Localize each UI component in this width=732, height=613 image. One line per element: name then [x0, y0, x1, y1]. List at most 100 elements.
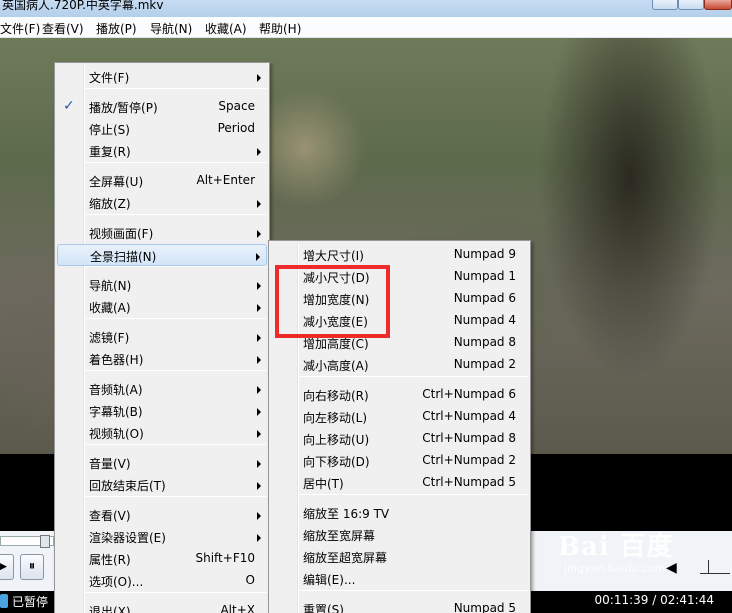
submenu-arrow-icon	[257, 430, 261, 438]
menu-item[interactable]: 视频画面(F)	[57, 222, 267, 244]
check-icon: ✓	[63, 98, 75, 114]
menu-item-shortcut: Numpad 4	[453, 313, 516, 327]
menu-item-shortcut: Period	[217, 121, 255, 135]
submenu-arrow-icon	[257, 460, 261, 468]
status-time: 00:11:39 / 02:41:44	[594, 593, 714, 607]
menu-item-label: 向下移动(D)	[303, 455, 370, 469]
menu-item[interactable]: 全屏幕(U) Alt+Enter	[57, 170, 267, 192]
menu-item-label: 停止(S)	[89, 123, 130, 137]
menu-item[interactable]: 重复(R)	[57, 140, 267, 162]
menu-item-shortcut: Ctrl+Numpad 5	[422, 475, 516, 489]
submenu-arrow-icon	[257, 282, 261, 290]
menu-separator	[85, 444, 267, 445]
menu-separator	[299, 494, 528, 495]
menu-separator	[85, 496, 267, 497]
menubar-item-0[interactable]: 文件(F)	[0, 20, 40, 37]
status-text: 已暂停	[12, 595, 49, 609]
status-icon	[0, 594, 8, 608]
menu-item[interactable]: 字幕轨(B)	[57, 400, 267, 422]
menu-item-shortcut: Ctrl+Numpad 2	[422, 453, 516, 467]
menu-item-label: 缩放至 16:9 TV	[303, 507, 390, 521]
menu-item[interactable]: 音量(V)	[57, 452, 267, 474]
menubar-item-4[interactable]: 收藏(A)	[205, 20, 247, 37]
menu-item[interactable]: 重置(S) Numpad 5	[271, 598, 528, 613]
submenu-arrow-icon	[257, 148, 261, 156]
close-button[interactable]	[704, 0, 732, 10]
menubar-item-5[interactable]: 帮助(H)	[259, 20, 301, 37]
menu-item[interactable]: 居中(T) Ctrl+Numpad 5	[271, 472, 528, 494]
menu-item-label: 向右移动(R)	[303, 389, 369, 403]
menu-item[interactable]: 视频轨(O)	[57, 422, 267, 444]
menu-item[interactable]: 渲染器设置(E)	[57, 526, 267, 548]
menu-item[interactable]: 查看(V)	[57, 504, 267, 526]
menu-item-label: 重置(S)	[303, 603, 344, 613]
maximize-button[interactable]	[678, 0, 704, 10]
menu-item[interactable]: 导航(N)	[57, 274, 267, 296]
menu-item[interactable]: 缩放至超宽屏幕	[271, 546, 528, 568]
menu-item[interactable]: 缩放(Z)	[57, 192, 267, 214]
menu-item[interactable]: 着色器(H)	[57, 348, 267, 370]
menu-item[interactable]: 增大尺寸(I) Numpad 9	[271, 244, 528, 266]
menu-item-label: 导航(N)	[89, 279, 132, 293]
menu-item[interactable]: 属性(R) Shift+F10	[57, 548, 267, 570]
menu-item-label: 着色器(H)	[89, 353, 144, 367]
menu-separator	[299, 590, 528, 591]
window-title: 英国病人.720P.中英字幕.mkv	[2, 0, 164, 12]
menubar-item-1[interactable]: 查看(V)	[42, 20, 84, 37]
menu-item[interactable]: 收藏(A)	[57, 296, 267, 318]
submenu-arrow-icon	[257, 534, 261, 542]
menubar-item-3[interactable]: 导航(N)	[150, 20, 192, 37]
pause-button[interactable]: ⏸	[20, 554, 44, 580]
menu-separator	[299, 376, 528, 377]
menu-separator	[85, 214, 267, 215]
menu-item-label: 减小高度(A)	[303, 359, 369, 373]
menu-item[interactable]: 向左移动(L) Ctrl+Numpad 4	[271, 406, 528, 428]
submenu-arrow-icon	[257, 304, 261, 312]
menu-item[interactable]: 音频轨(A)	[57, 378, 267, 400]
menu-item-label: 居中(T)	[303, 477, 344, 491]
menu-item[interactable]: 缩放至 16:9 TV	[271, 502, 528, 524]
menu-item[interactable]: 回放结束后(T)	[57, 474, 267, 496]
menu-item-label: 缩放(Z)	[89, 197, 131, 211]
volume-slider[interactable]	[700, 560, 730, 574]
menu-item-shortcut: Alt+Enter	[196, 173, 255, 187]
menu-item[interactable]: 编辑(E)...	[271, 568, 528, 590]
menu-item-shortcut: Ctrl+Numpad 6	[422, 387, 516, 401]
menu-item[interactable]: 全景扫描(N)	[57, 244, 267, 266]
menu-bar: 文件(F) 查看(V) 播放(P) 导航(N) 收藏(A) 帮助(H)	[0, 17, 732, 38]
submenu-arrow-icon	[257, 74, 261, 82]
context-menu: 文件(F) ✓ 播放/暂停(P) Space 停止(S) Period 重复(R) 全屏幕(U…	[54, 62, 270, 613]
annotation-highlight-box	[275, 265, 390, 338]
menu-item-label: 选项(O)...	[89, 575, 144, 589]
menu-separator	[85, 162, 267, 163]
watermark-logo: Bai 百度	[558, 532, 674, 562]
menu-item-label: 滤镜(F)	[89, 331, 130, 345]
menu-item-shortcut: O	[245, 573, 255, 587]
menu-item-shortcut: Ctrl+Numpad 8	[422, 431, 516, 445]
menu-item[interactable]: 减小高度(A) Numpad 2	[271, 354, 528, 376]
seek-thumb[interactable]	[40, 535, 50, 548]
menu-item[interactable]: 文件(F)	[57, 66, 267, 88]
menu-item[interactable]: 退出(X) Alt+X	[57, 600, 267, 613]
menu-item[interactable]: 向上移动(U) Ctrl+Numpad 8	[271, 428, 528, 450]
menu-item-shortcut: Numpad 2	[453, 357, 516, 371]
menu-item[interactable]: 选项(O)... O	[57, 570, 267, 592]
menu-item-label: 属性(R)	[89, 553, 131, 567]
play-button[interactable]: ▶	[0, 554, 14, 580]
menu-item[interactable]: ✓ 播放/暂停(P) Space	[57, 96, 267, 118]
menu-item-label: 查看(V)	[89, 509, 131, 523]
menubar-item-2[interactable]: 播放(P)	[96, 20, 137, 37]
menu-item-label: 重复(R)	[89, 145, 131, 159]
submenu-arrow-icon	[256, 253, 260, 261]
menu-item[interactable]: 停止(S) Period	[57, 118, 267, 140]
menu-item[interactable]: 向下移动(D) Ctrl+Numpad 2	[271, 450, 528, 472]
submenu-arrow-icon	[257, 334, 261, 342]
volume-icon[interactable]: ◀	[666, 560, 677, 576]
menu-item-label: 播放/暂停(P)	[89, 101, 158, 115]
menu-item-label: 编辑(E)...	[303, 573, 356, 587]
minimize-button[interactable]	[652, 0, 678, 10]
menu-item[interactable]: 滤镜(F)	[57, 326, 267, 348]
menu-item[interactable]: 缩放至宽屏幕	[271, 524, 528, 546]
menu-item-shortcut: Shift+F10	[195, 551, 255, 565]
menu-item[interactable]: 向右移动(R) Ctrl+Numpad 6	[271, 384, 528, 406]
